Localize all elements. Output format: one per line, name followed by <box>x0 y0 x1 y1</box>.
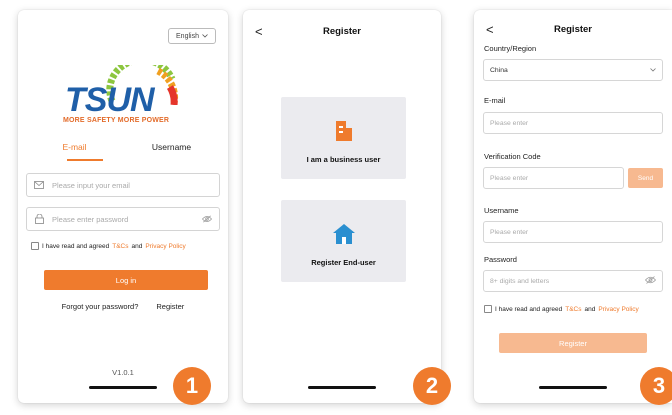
register-form-screen: < Register Country/Region China E-mail P… <box>474 10 672 403</box>
end-user-card[interactable]: Register End-user <box>281 200 406 282</box>
username-placeholder: Please enter <box>490 228 529 236</box>
password-placeholder: 8+ digits and letters <box>490 277 550 285</box>
code-placeholder: Please enter <box>490 174 529 182</box>
business-user-card[interactable]: I am a business user <box>281 97 406 179</box>
and-text: and <box>584 305 596 313</box>
account-links: Forgot your password? Register <box>18 302 228 311</box>
onboarding-screens: English TSUN MORE SAFETY MORE POWER E-ma… <box>0 0 672 415</box>
language-select[interactable]: English <box>168 28 216 44</box>
step-badge-2: 2 <box>413 367 451 405</box>
building-icon <box>335 121 352 146</box>
privacy-link[interactable]: Privacy Policy <box>145 243 185 250</box>
house-icon <box>332 224 355 249</box>
email-placeholder: Please input your email <box>52 180 130 190</box>
chevron-down-icon <box>650 68 656 72</box>
send-code-button[interactable]: Send <box>628 168 663 188</box>
privacy-link[interactable]: Privacy Policy <box>598 306 638 313</box>
email-placeholder: Please enter <box>490 119 529 127</box>
step-badge-3: 3 <box>640 367 672 405</box>
register-type-screen: < Register I am a business user Register… <box>243 10 441 403</box>
eye-off-icon[interactable] <box>202 214 212 224</box>
home-indicator <box>89 386 157 389</box>
and-text: and <box>131 242 143 250</box>
language-value: English <box>176 32 199 40</box>
nav-bar: < Register <box>243 24 441 42</box>
active-tab-indicator <box>67 159 103 161</box>
terms-link[interactable]: T&Cs <box>112 243 128 250</box>
agree-text: I have read and agreed <box>42 242 110 250</box>
page-title: Register <box>322 26 361 37</box>
login-button[interactable]: Log in <box>44 270 208 290</box>
verification-code-field[interactable]: Please enter <box>483 167 624 189</box>
eye-off-icon[interactable] <box>644 276 657 286</box>
password-field[interactable]: 8+ digits and letters <box>483 270 663 292</box>
home-indicator <box>308 386 376 389</box>
forgot-password-link[interactable]: Forgot your password? <box>62 302 139 311</box>
terms-agreement: I have read and agreed T&Cs and Privacy Po… <box>484 305 639 313</box>
password-placeholder: Please enter password <box>52 214 129 224</box>
password-input[interactable]: Please enter password <box>26 207 220 231</box>
logo-tagline: MORE SAFETY MORE POWER <box>63 117 170 124</box>
logo-wordmark: TSUN <box>65 81 155 119</box>
lock-icon <box>34 214 44 224</box>
login-screen: English TSUN MORE SAFETY MORE POWER E-ma… <box>18 10 228 403</box>
email-field[interactable]: Please enter <box>483 112 663 134</box>
email-input[interactable]: Please input your email <box>26 173 220 197</box>
register-link[interactable]: Register <box>156 302 184 311</box>
business-user-label: I am a business user <box>306 155 381 164</box>
email-label: E-mail <box>484 96 506 105</box>
home-indicator <box>539 386 607 389</box>
country-select[interactable]: China <box>483 59 663 81</box>
tab-username[interactable]: Username <box>123 142 220 158</box>
username-field[interactable]: Please enter <box>483 221 663 243</box>
tsun-logo: TSUN MORE SAFETY MORE POWER <box>18 65 228 125</box>
agree-text: I have read and agreed <box>495 305 563 313</box>
country-label: Country/Region <box>484 44 537 53</box>
login-tabs: E-mail Username <box>26 142 220 158</box>
code-label: Verification Code <box>484 152 541 161</box>
terms-link[interactable]: T&Cs <box>565 306 581 313</box>
password-label: Password <box>484 255 517 264</box>
username-label: Username <box>484 206 519 215</box>
terms-agreement: I have read and agreed T&Cs and Privacy Po… <box>31 242 186 250</box>
agree-checkbox[interactable] <box>31 242 39 250</box>
chevron-down-icon <box>202 34 208 38</box>
register-button[interactable]: Register <box>499 333 647 353</box>
mail-icon <box>34 180 44 190</box>
nav-bar: < Register <box>474 22 672 40</box>
agree-checkbox[interactable] <box>484 305 492 313</box>
tab-email[interactable]: E-mail <box>26 142 123 158</box>
page-title: Register <box>553 24 592 35</box>
step-badge-1: 1 <box>173 367 211 405</box>
end-user-label: Register End-user <box>311 258 376 267</box>
country-value: China <box>490 66 508 74</box>
